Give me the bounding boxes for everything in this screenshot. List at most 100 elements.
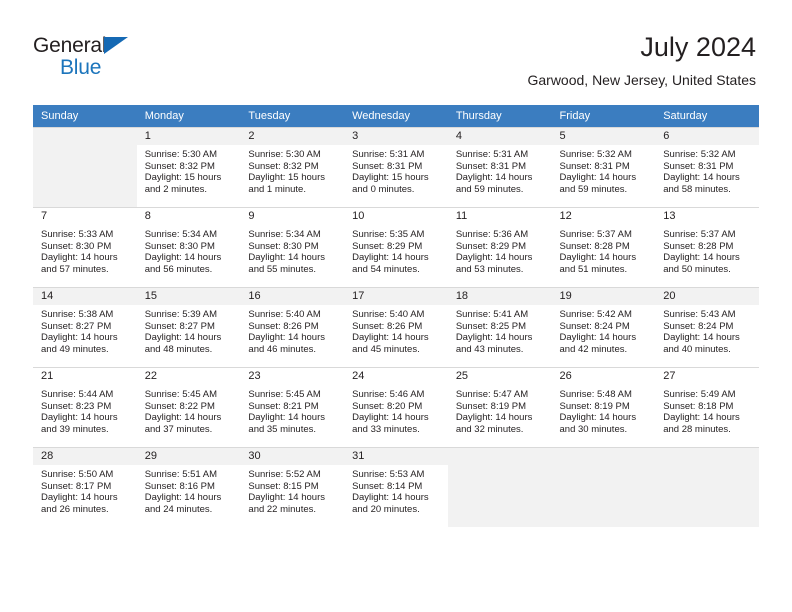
day-details: Sunrise: 5:34 AM Sunset: 8:30 PM Dayligh… bbox=[137, 225, 241, 275]
calendar-day-cell[interactable]: 26 Sunrise: 5:48 AM Sunset: 8:19 PM Dayl… bbox=[551, 367, 656, 447]
calendar-day-cell[interactable]: 14 Sunrise: 5:38 AM Sunset: 8:27 PM Dayl… bbox=[33, 287, 137, 367]
calendar-day-cell[interactable]: 20 Sunrise: 5:43 AM Sunset: 8:24 PM Dayl… bbox=[655, 287, 759, 367]
calendar-day-cell[interactable]: 23 Sunrise: 5:45 AM Sunset: 8:21 PM Dayl… bbox=[240, 367, 345, 447]
calendar-day-cell[interactable]: 17 Sunrise: 5:40 AM Sunset: 8:26 PM Dayl… bbox=[344, 287, 448, 367]
calendar-day-cell[interactable]: 28 Sunrise: 5:50 AM Sunset: 8:17 PM Dayl… bbox=[33, 447, 137, 527]
daylight-text-line1: Daylight: 14 hours bbox=[559, 412, 637, 424]
daylight-text-line2: and 48 minutes. bbox=[144, 343, 213, 355]
sunrise-text: Sunrise: 5:44 AM bbox=[41, 389, 114, 400]
day-details: Sunrise: 5:31 AM Sunset: 8:31 PM Dayligh… bbox=[448, 145, 552, 195]
day-details: Sunrise: 5:52 AM Sunset: 8:15 PM Dayligh… bbox=[240, 465, 344, 515]
daylight-text-line1: Daylight: 14 hours bbox=[352, 332, 429, 344]
day-details: Sunrise: 5:33 AM Sunset: 8:30 PM Dayligh… bbox=[33, 225, 137, 275]
daylight-text-line2: and 56 minutes. bbox=[144, 263, 213, 275]
daylight-text-line1: Daylight: 14 hours bbox=[559, 172, 637, 184]
calendar-day-cell[interactable]: 3 Sunrise: 5:31 AM Sunset: 8:31 PM Dayli… bbox=[344, 127, 448, 207]
daylight-text-line2: and 28 minutes. bbox=[663, 423, 731, 435]
calendar-week-row: 7 Sunrise: 5:33 AM Sunset: 8:30 PM Dayli… bbox=[33, 207, 759, 287]
daylight-text-line1: Daylight: 14 hours bbox=[352, 252, 429, 264]
daylight-text-line2: and 33 minutes. bbox=[352, 423, 420, 435]
calendar-day-cell[interactable]: 31 Sunrise: 5:53 AM Sunset: 8:14 PM Dayl… bbox=[344, 447, 448, 527]
daylight-text-line2: and 37 minutes. bbox=[144, 423, 213, 435]
daylight-text-line2: and 24 minutes. bbox=[144, 503, 213, 515]
day-details: Sunrise: 5:32 AM Sunset: 8:31 PM Dayligh… bbox=[655, 145, 759, 195]
day-details: Sunrise: 5:46 AM Sunset: 8:20 PM Dayligh… bbox=[344, 385, 448, 435]
sunrise-text: Sunrise: 5:49 AM bbox=[663, 389, 736, 400]
daylight-text-line1: Daylight: 14 hours bbox=[248, 492, 325, 504]
calendar-day-cell[interactable] bbox=[551, 447, 656, 527]
daylight-text-line2: and 32 minutes. bbox=[455, 423, 524, 435]
day-details: Sunrise: 5:39 AM Sunset: 8:27 PM Dayligh… bbox=[137, 305, 241, 355]
calendar-day-cell[interactable]: 21 Sunrise: 5:44 AM Sunset: 8:23 PM Dayl… bbox=[33, 367, 137, 447]
daylight-text-line1: Daylight: 14 hours bbox=[455, 252, 533, 264]
sunrise-text: Sunrise: 5:32 AM bbox=[559, 149, 632, 160]
day-number: 10 bbox=[344, 208, 448, 225]
calendar-day-cell[interactable]: 30 Sunrise: 5:52 AM Sunset: 8:15 PM Dayl… bbox=[240, 447, 345, 527]
calendar-day-cell[interactable]: 4 Sunrise: 5:31 AM Sunset: 8:31 PM Dayli… bbox=[447, 127, 552, 207]
day-number: 28 bbox=[33, 448, 137, 465]
sunrise-text: Sunrise: 5:30 AM bbox=[144, 149, 218, 160]
weekday-header-sunday: Sunday bbox=[33, 105, 137, 127]
calendar-day-cell[interactable]: 19 Sunrise: 5:42 AM Sunset: 8:24 PM Dayl… bbox=[551, 287, 656, 367]
sunrise-sunset-calendar: Sunday Monday Tuesday Wednesday Thursday… bbox=[33, 105, 759, 527]
daylight-text-line2: and 49 minutes. bbox=[41, 343, 109, 355]
calendar-day-cell[interactable]: 15 Sunrise: 5:39 AM Sunset: 8:27 PM Dayl… bbox=[136, 287, 241, 367]
daylight-text-line1: Daylight: 14 hours bbox=[559, 332, 637, 344]
calendar-day-cell[interactable]: 16 Sunrise: 5:40 AM Sunset: 8:26 PM Dayl… bbox=[240, 287, 345, 367]
sunset-text: Sunset: 8:24 PM bbox=[663, 320, 734, 332]
calendar-day-cell[interactable]: 11 Sunrise: 5:36 AM Sunset: 8:29 PM Dayl… bbox=[447, 207, 552, 287]
calendar-day-cell[interactable]: 18 Sunrise: 5:41 AM Sunset: 8:25 PM Dayl… bbox=[447, 287, 552, 367]
calendar-day-cell[interactable]: 24 Sunrise: 5:46 AM Sunset: 8:20 PM Dayl… bbox=[344, 367, 448, 447]
day-details bbox=[552, 465, 656, 469]
daylight-text-line1: Daylight: 14 hours bbox=[352, 492, 429, 504]
calendar-day-cell[interactable]: 12 Sunrise: 5:37 AM Sunset: 8:28 PM Dayl… bbox=[551, 207, 656, 287]
daylight-text-line2: and 22 minutes. bbox=[248, 503, 317, 515]
sunset-text: Sunset: 8:22 PM bbox=[144, 400, 215, 412]
sunset-text: Sunset: 8:31 PM bbox=[559, 160, 630, 172]
calendar-week-row: 21 Sunrise: 5:44 AM Sunset: 8:23 PM Dayl… bbox=[33, 367, 759, 447]
day-number: 14 bbox=[33, 288, 137, 305]
calendar-day-cell[interactable]: 5 Sunrise: 5:32 AM Sunset: 8:31 PM Dayli… bbox=[551, 127, 656, 207]
daylight-text-line1: Daylight: 14 hours bbox=[663, 252, 740, 264]
calendar-day-cell[interactable]: 6 Sunrise: 5:32 AM Sunset: 8:31 PM Dayli… bbox=[655, 127, 759, 207]
sunset-text: Sunset: 8:30 PM bbox=[144, 240, 215, 252]
calendar-day-cell[interactable]: 13 Sunrise: 5:37 AM Sunset: 8:28 PM Dayl… bbox=[655, 207, 759, 287]
day-details bbox=[33, 145, 137, 149]
sunrise-text: Sunrise: 5:39 AM bbox=[144, 309, 218, 320]
sunrise-text: Sunrise: 5:30 AM bbox=[248, 149, 321, 160]
calendar-day-cell[interactable]: 2 Sunrise: 5:30 AM Sunset: 8:32 PM Dayli… bbox=[240, 127, 345, 207]
calendar-day-cell[interactable]: 9 Sunrise: 5:34 AM Sunset: 8:30 PM Dayli… bbox=[240, 207, 345, 287]
calendar-day-cell[interactable]: 22 Sunrise: 5:45 AM Sunset: 8:22 PM Dayl… bbox=[136, 367, 241, 447]
sunset-text: Sunset: 8:19 PM bbox=[455, 400, 527, 412]
calendar-day-cell[interactable]: 1 Sunrise: 5:30 AM Sunset: 8:32 PM Dayli… bbox=[136, 127, 241, 207]
daylight-text-line1: Daylight: 14 hours bbox=[663, 412, 740, 424]
day-details: Sunrise: 5:49 AM Sunset: 8:18 PM Dayligh… bbox=[655, 385, 759, 435]
day-number: 9 bbox=[240, 208, 345, 225]
calendar-day-cell[interactable] bbox=[447, 447, 552, 527]
day-details: Sunrise: 5:36 AM Sunset: 8:29 PM Dayligh… bbox=[448, 225, 552, 275]
calendar-week-row: 14 Sunrise: 5:38 AM Sunset: 8:27 PM Dayl… bbox=[33, 287, 759, 367]
calendar-day-cell[interactable]: 25 Sunrise: 5:47 AM Sunset: 8:19 PM Dayl… bbox=[447, 367, 552, 447]
calendar-day-cell[interactable] bbox=[655, 447, 759, 527]
sunrise-text: Sunrise: 5:31 AM bbox=[352, 149, 425, 160]
daylight-text-line1: Daylight: 14 hours bbox=[41, 332, 118, 344]
calendar-day-cell[interactable]: 27 Sunrise: 5:49 AM Sunset: 8:18 PM Dayl… bbox=[655, 367, 759, 447]
daylight-text-line1: Daylight: 14 hours bbox=[248, 332, 325, 344]
daylight-text-line1: Daylight: 14 hours bbox=[41, 252, 118, 264]
sunset-text: Sunset: 8:32 PM bbox=[144, 160, 215, 172]
day-number: 8 bbox=[136, 208, 241, 225]
daylight-text-line1: Daylight: 14 hours bbox=[559, 252, 637, 264]
calendar-day-cell[interactable]: 7 Sunrise: 5:33 AM Sunset: 8:30 PM Dayli… bbox=[33, 207, 137, 287]
sunrise-text: Sunrise: 5:36 AM bbox=[455, 229, 529, 240]
day-details: Sunrise: 5:53 AM Sunset: 8:14 PM Dayligh… bbox=[344, 465, 448, 515]
sunrise-text: Sunrise: 5:42 AM bbox=[559, 309, 632, 320]
calendar-day-cell[interactable]: 29 Sunrise: 5:51 AM Sunset: 8:16 PM Dayl… bbox=[136, 447, 241, 527]
daylight-text-line2: and 26 minutes. bbox=[41, 503, 109, 515]
calendar-day-cell[interactable]: 10 Sunrise: 5:35 AM Sunset: 8:29 PM Dayl… bbox=[344, 207, 448, 287]
daylight-text-line1: Daylight: 14 hours bbox=[352, 412, 429, 424]
sunrise-text: Sunrise: 5:52 AM bbox=[248, 469, 321, 480]
calendar-day-cell[interactable] bbox=[33, 127, 137, 207]
general-blue-logo[interactable]: General Blue bbox=[33, 34, 213, 82]
calendar-day-cell[interactable]: 8 Sunrise: 5:34 AM Sunset: 8:30 PM Dayli… bbox=[136, 207, 241, 287]
daylight-text-line1: Daylight: 14 hours bbox=[144, 492, 222, 504]
